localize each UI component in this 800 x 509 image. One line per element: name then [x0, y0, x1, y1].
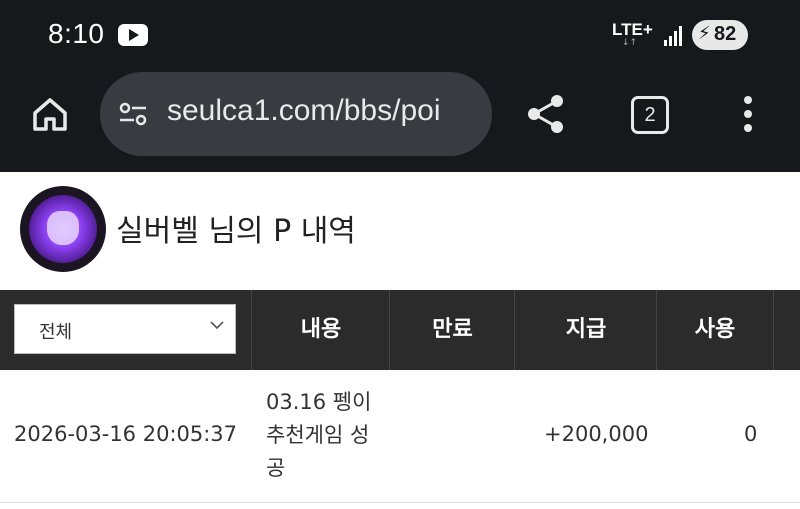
row-used: 0 [744, 422, 758, 446]
filter-select[interactable]: 전체 [14, 304, 236, 354]
column-header-amount: 지급 [514, 290, 657, 370]
table-header: 전체 내용 만료 지급 사용 [0, 290, 800, 370]
home-icon[interactable] [30, 94, 70, 134]
charging-icon: ⚡ [698, 23, 711, 44]
status-time: 8:10 [48, 18, 105, 49]
column-header-used: 사용 [656, 290, 774, 370]
youtube-icon [118, 24, 148, 46]
more-options-icon[interactable] [742, 94, 754, 134]
status-bar: 8:10 LTE+ ↓↑ ⚡ 82 [0, 0, 800, 72]
browser-toolbar: seulca1.com/bbs/poi 2 [0, 72, 800, 172]
address-bar[interactable]: seulca1.com/bbs/poi [100, 72, 492, 156]
site-settings-icon[interactable] [118, 100, 148, 128]
data-activity-icon: ↓↑ [622, 38, 638, 48]
table-row: 2026-03-16 20:05:37 03.16 펭이 추천게임 성공 +20… [0, 370, 800, 503]
chevron-down-icon [210, 321, 224, 330]
filter-selected-value: 전체 [39, 322, 73, 343]
battery-level: 82 [714, 23, 737, 45]
avatar [20, 186, 106, 272]
column-header-expiry: 만료 [389, 290, 515, 370]
profile-header: 실버벨 님의 P 내역 [0, 174, 800, 290]
battery-icon: ⚡ 82 [692, 20, 748, 50]
tab-switcher-button[interactable]: 2 [631, 96, 669, 134]
row-amount: +200,000 [544, 422, 649, 446]
url-text[interactable]: seulca1.com/bbs/poi [167, 94, 479, 128]
network-type: LTE+ [612, 20, 653, 39]
column-header-content: 내용 [251, 290, 390, 370]
share-icon[interactable] [524, 92, 568, 136]
row-content: 03.16 펭이 추천게임 성공 [266, 390, 372, 480]
row-date: 2026-03-16 20:05:37 [14, 422, 238, 446]
page-title: 실버벨 님의 P 내역 [116, 214, 356, 249]
signal-icon [664, 26, 686, 46]
